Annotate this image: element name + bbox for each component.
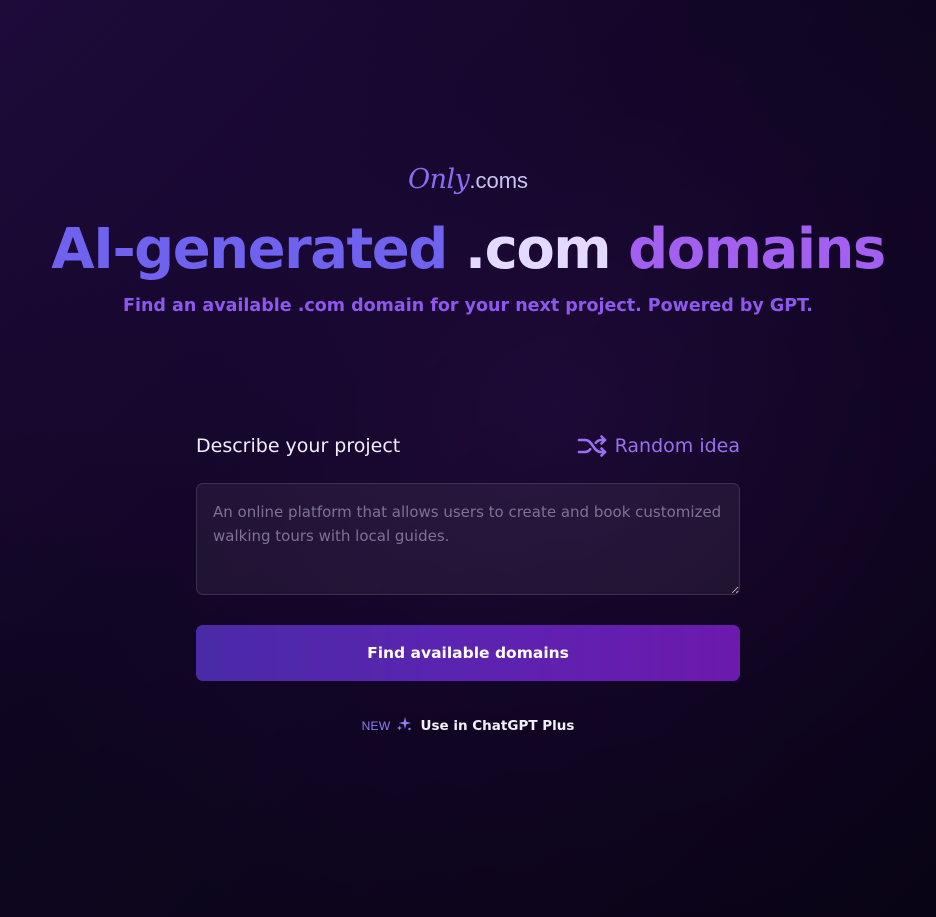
new-badge: NEW	[361, 719, 391, 733]
form-header: Describe your project Random idea	[196, 430, 740, 462]
sparkles-icon	[396, 716, 412, 736]
use-in-chatgpt-plus-link[interactable]: Use in ChatGPT Plus	[420, 718, 574, 734]
chatgpt-plus-promo: NEW Use in ChatGPT Plus	[0, 714, 936, 738]
page-subtitle: Find an available .com domain for your n…	[123, 296, 813, 316]
project-form: Describe your project Random idea Find a…	[196, 430, 740, 681]
project-description-input[interactable]	[196, 483, 740, 595]
logo-suffix-text: .coms	[469, 168, 529, 193]
random-idea-button[interactable]: Random idea	[577, 430, 740, 462]
find-domains-button[interactable]: Find available domains	[196, 625, 740, 681]
page-container: Only.coms AI-generated .com domains Find…	[0, 0, 936, 917]
project-description-label: Describe your project	[196, 435, 401, 457]
logo-script-text: Only	[407, 164, 470, 195]
headline-part-domains: domains	[628, 217, 886, 282]
page-headline: AI-generated .com domains	[0, 214, 936, 286]
random-idea-label: Random idea	[614, 435, 740, 457]
shuffle-icon	[577, 435, 607, 457]
site-logo[interactable]: Only.coms	[0, 160, 936, 200]
headline-part-com: .com	[464, 217, 612, 282]
headline-part-ai-generated: AI-generated	[51, 217, 448, 282]
